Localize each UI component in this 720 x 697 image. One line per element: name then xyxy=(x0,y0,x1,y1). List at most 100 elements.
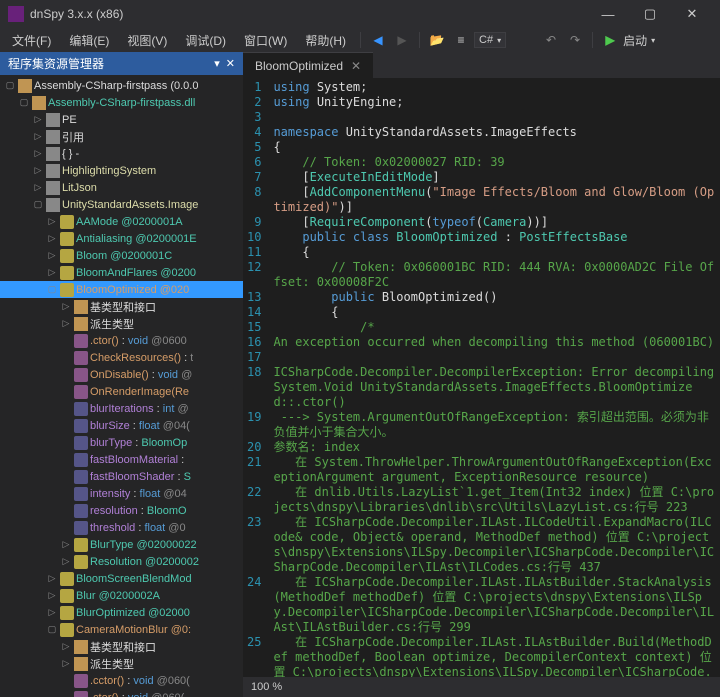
nav-forward-button[interactable]: ▶ xyxy=(391,29,413,51)
assembly-tree[interactable]: Assembly-CSharp-firstpass (0.0.0 Assembly… xyxy=(0,75,243,697)
tree-icon xyxy=(74,640,88,654)
tree-icon xyxy=(60,623,74,637)
menubar: 文件(F)编辑(E)视图(V)调试(D)窗口(W)帮助(H) ◀ ▶ 📂 ≡ C… xyxy=(0,28,720,52)
code-line: { xyxy=(273,245,716,260)
tree-row[interactable]: BloomOptimized @020 xyxy=(0,281,243,298)
tree-row[interactable]: .ctor() : void @060( xyxy=(0,689,243,697)
tree-label: fastBloomShader : S xyxy=(90,471,191,483)
tree-row[interactable]: Assembly-CSharp-firstpass.dll xyxy=(0,94,243,111)
open-button[interactable]: 📂 xyxy=(426,29,448,51)
start-button[interactable]: ▶ xyxy=(599,29,621,51)
tree-row[interactable]: AAMode @0200001A xyxy=(0,213,243,230)
tree-label: 基类型和接口 xyxy=(90,639,156,655)
tree-row[interactable]: 引用 xyxy=(0,128,243,145)
tree-row[interactable]: fastBloomMaterial : xyxy=(0,451,243,468)
code-line: 在 ICSharpCode.Decompiler.ILAst.ILAstBuil… xyxy=(273,575,716,635)
tree-row[interactable]: { } - xyxy=(0,145,243,162)
tree-icon xyxy=(60,249,74,263)
tree-icon xyxy=(46,130,60,144)
menu-item[interactable]: 帮助(H) xyxy=(297,30,354,51)
tree-label: Assembly-CSharp-firstpass (0.0.0 xyxy=(34,80,198,92)
tree-icon xyxy=(60,572,74,586)
tree-label: .ctor() : void @0600 xyxy=(90,335,187,347)
code-line: ICSharpCode.Decompiler.DecompilerExcepti… xyxy=(273,365,716,410)
tree-row[interactable]: Resolution @0200002 xyxy=(0,553,243,570)
assembly-explorer-panel: 程序集资源管理器 ▾ ✕ Assembly-CSharp-firstpass (… xyxy=(0,52,243,697)
tree-label: Antialiasing @0200001E xyxy=(76,233,197,245)
tree-row[interactable]: BlurOptimized @02000 xyxy=(0,604,243,621)
nav-back-button[interactable]: ◀ xyxy=(367,29,389,51)
tree-row[interactable]: blurType : BloomOp xyxy=(0,434,243,451)
panel-close-icon[interactable]: ✕ xyxy=(226,57,235,70)
tree-row[interactable]: Blur @0200002A xyxy=(0,587,243,604)
code-line: [ExecuteInEditMode] xyxy=(273,170,716,185)
code-line: /* xyxy=(273,320,716,335)
tree-row[interactable]: CheckResources() : t xyxy=(0,349,243,366)
tree-label: BlurOptimized @02000 xyxy=(76,607,190,619)
code-line: [RequireComponent(typeof(Camera))] xyxy=(273,215,716,230)
tree-label: blurSize : float @04( xyxy=(90,420,190,432)
list-button[interactable]: ≡ xyxy=(450,29,472,51)
tree-label: UnityStandardAssets.Image xyxy=(62,199,198,211)
tree-row[interactable]: blurIterations : int @ xyxy=(0,400,243,417)
tree-label: blurType : BloomOp xyxy=(90,437,187,449)
tree-row[interactable]: .cctor() : void @060( xyxy=(0,672,243,689)
tree-icon xyxy=(74,453,88,467)
tree-row[interactable]: Assembly-CSharp-firstpass (0.0.0 xyxy=(0,77,243,94)
panel-pin-icon[interactable]: ▾ xyxy=(214,57,220,70)
tree-row[interactable]: fastBloomShader : S xyxy=(0,468,243,485)
tree-row[interactable]: PE xyxy=(0,111,243,128)
tree-row[interactable]: HighlightingSystem xyxy=(0,162,243,179)
code-line: public class BloomOptimized : PostEffect… xyxy=(273,230,716,245)
zoom-level[interactable]: 100 % xyxy=(251,681,282,693)
editor-tabs: BloomOptimized ✕ xyxy=(243,52,720,78)
tree-row[interactable]: .ctor() : void @0600 xyxy=(0,332,243,349)
tree-icon xyxy=(60,589,74,603)
menu-item[interactable]: 窗口(W) xyxy=(236,30,295,51)
tree-row[interactable]: resolution : BloomO xyxy=(0,502,243,519)
tree-row[interactable]: threshold : float @0 xyxy=(0,519,243,536)
code-line: { xyxy=(273,305,716,320)
minimize-button[interactable]: — xyxy=(588,0,628,28)
menu-item[interactable]: 编辑(E) xyxy=(61,30,117,51)
redo-button[interactable]: ↷ xyxy=(564,29,586,51)
tree-label: BlurType @02000022 xyxy=(90,539,197,551)
tree-icon xyxy=(74,385,88,399)
tree-row[interactable]: 派生类型 xyxy=(0,315,243,332)
tree-row[interactable]: Bloom @0200001C xyxy=(0,247,243,264)
tree-row[interactable]: OnRenderImage(Re xyxy=(0,383,243,400)
code-line xyxy=(273,110,716,125)
start-label[interactable]: 启动 xyxy=(623,32,647,49)
close-button[interactable]: ✕ xyxy=(672,0,712,28)
tree-row[interactable]: 基类型和接口 xyxy=(0,638,243,655)
tree-icon xyxy=(74,691,88,697)
tree-row[interactable]: UnityStandardAssets.Image xyxy=(0,196,243,213)
tree-row[interactable]: 派生类型 xyxy=(0,655,243,672)
language-combo[interactable]: C#▾ xyxy=(474,32,506,48)
tree-row[interactable]: BlurType @02000022 xyxy=(0,536,243,553)
tree-row[interactable]: BloomScreenBlendMod xyxy=(0,570,243,587)
maximize-button[interactable]: ▢ xyxy=(630,0,670,28)
code-content[interactable]: using System;using UnityEngine; namespac… xyxy=(269,78,720,677)
tree-label: CameraMotionBlur @0: xyxy=(76,624,191,636)
tree-icon xyxy=(46,113,60,127)
tree-row[interactable]: 基类型和接口 xyxy=(0,298,243,315)
menu-item[interactable]: 文件(F) xyxy=(4,30,59,51)
tree-icon xyxy=(74,538,88,552)
code-editor[interactable]: 1234567891011121314151617181920212223242… xyxy=(243,78,720,677)
tree-row[interactable]: CameraMotionBlur @0: xyxy=(0,621,243,638)
tree-row[interactable]: OnDisable() : void @ xyxy=(0,366,243,383)
undo-button[interactable]: ↶ xyxy=(540,29,562,51)
tree-row[interactable]: LitJson xyxy=(0,179,243,196)
tree-row[interactable]: BloomAndFlares @0200 xyxy=(0,264,243,281)
tree-icon xyxy=(60,283,74,297)
menu-item[interactable]: 调试(D) xyxy=(177,30,234,51)
tree-icon xyxy=(74,555,88,569)
tree-label: AAMode @0200001A xyxy=(76,216,183,228)
tab-bloomoptimized[interactable]: BloomOptimized ✕ xyxy=(243,52,373,78)
tab-close-icon[interactable]: ✕ xyxy=(351,59,361,73)
menu-item[interactable]: 视图(V) xyxy=(119,30,175,51)
tree-row[interactable]: Antialiasing @0200001E xyxy=(0,230,243,247)
tree-row[interactable]: blurSize : float @04( xyxy=(0,417,243,434)
tree-row[interactable]: intensity : float @04 xyxy=(0,485,243,502)
